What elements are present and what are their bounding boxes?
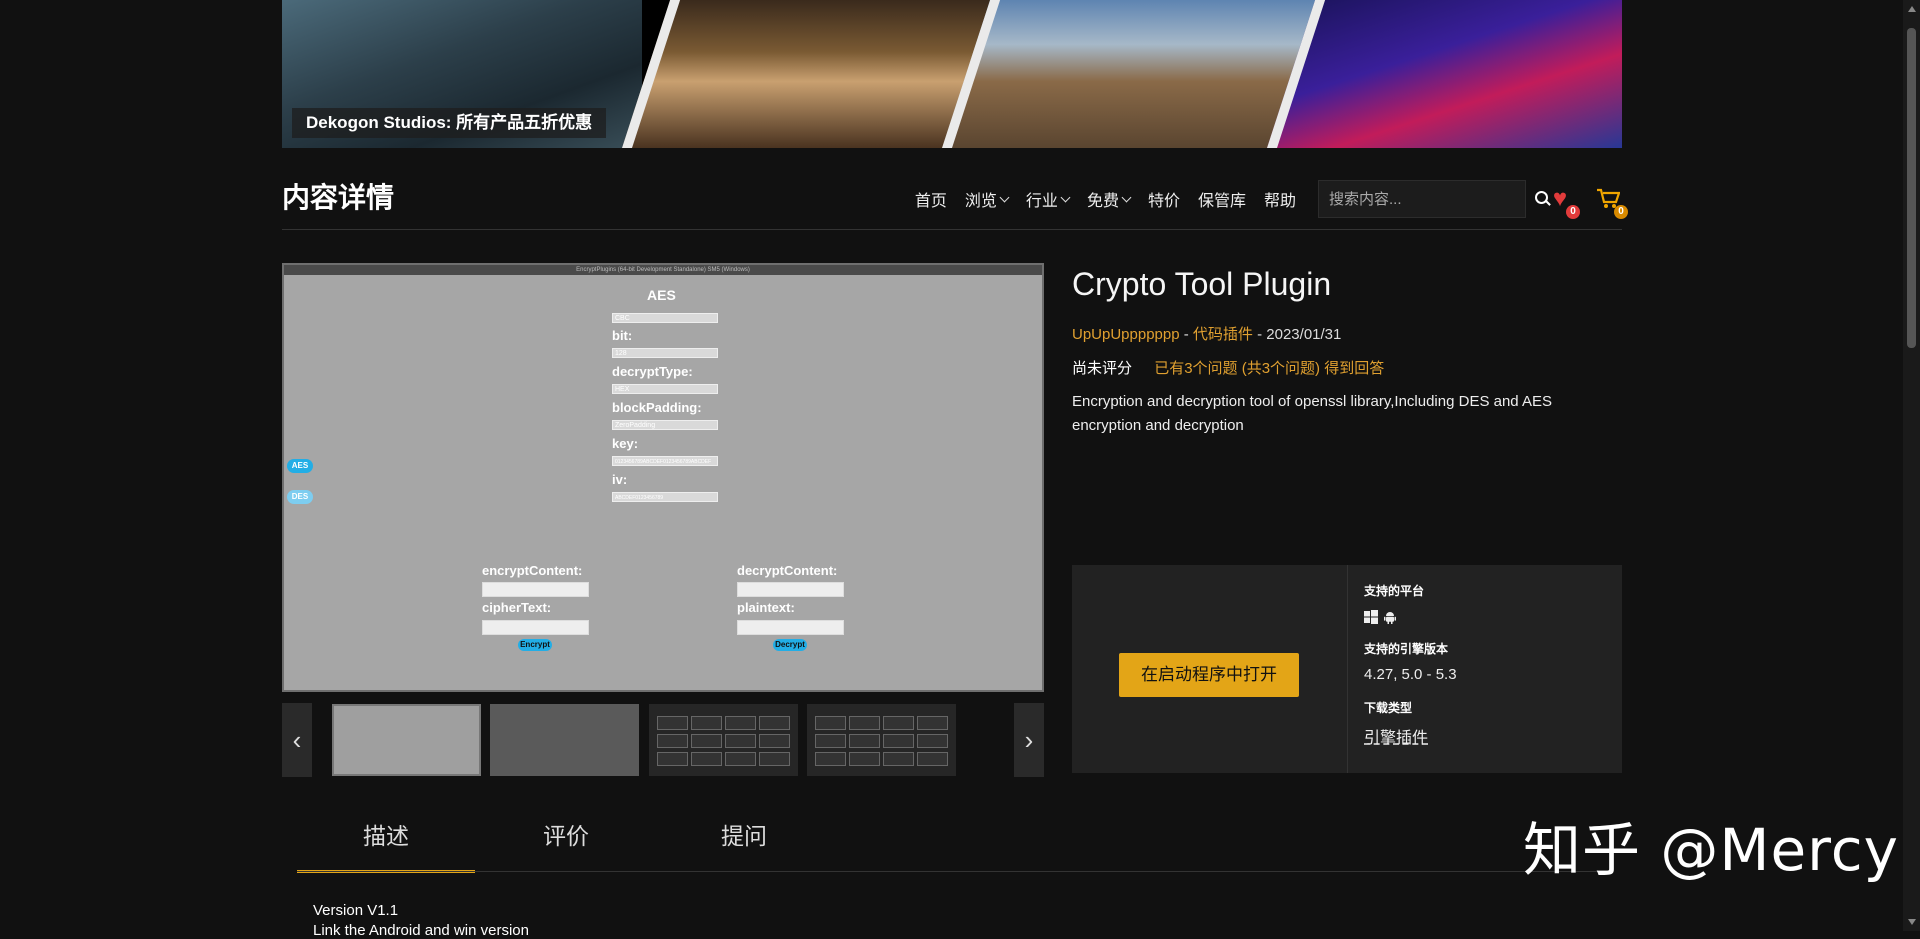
field-decrypt-type: HEX — [612, 384, 718, 394]
nav-label: 行业 — [1025, 193, 1058, 210]
screenshot-tab-des: DES — [287, 490, 313, 504]
nav-item-browse[interactable]: 浏览 — [964, 187, 1010, 211]
banner-label[interactable]: Dekogon Studios: 所有产品五折优惠 — [292, 108, 607, 138]
thumbnail-4[interactable] — [807, 704, 956, 776]
gallery-prev-button[interactable]: ‹ — [282, 703, 312, 777]
chevron-left-icon: ‹ — [292, 724, 302, 755]
thumbnail-strip: ‹ › — [282, 703, 1044, 777]
window-title-bar: EncryptPlugins (64-bit Development Stand… — [284, 265, 1042, 275]
scroll-down-icon[interactable] — [1908, 919, 1916, 925]
field-label: blockPadding: — [612, 400, 702, 415]
author-link[interactable]: UpUpUppppppp — [1072, 326, 1180, 343]
version-text: Version V1.1 — [313, 902, 399, 919]
cipher-text-label: cipherText: — [482, 600, 552, 615]
decrypt-button: Decrypt — [773, 639, 807, 651]
promo-banner[interactable]: Dekogon Studios: 所有产品五折优惠 — [282, 0, 1622, 148]
engine-versions-label: 支持的引擎版本 — [1364, 642, 1449, 656]
nav-item-home[interactable]: 首页 — [915, 187, 947, 211]
meta-separator: - — [1257, 326, 1267, 343]
nav-label: 帮助 — [1263, 193, 1296, 210]
nav-label: 浏览 — [964, 193, 997, 210]
field-bit: 128 — [612, 348, 718, 358]
decrypt-content-field — [737, 582, 844, 597]
thumbnail-2[interactable] — [490, 704, 639, 776]
chevron-right-icon: › — [1024, 724, 1034, 755]
qa-link[interactable]: 已有3个问题 (共3个问题) 得到回答 — [1154, 360, 1384, 377]
cart-button[interactable]: 0 — [1594, 185, 1628, 219]
wishlist-count-badge: 0 — [1566, 205, 1580, 219]
content-tabs: 描述 评价 提问 — [297, 800, 1609, 873]
main-nav: 首页 浏览 行业 免费 特价 保管库 帮助 ♥ 0 0 — [897, 180, 1628, 219]
android-icon — [1384, 612, 1396, 624]
windows-icon — [1364, 610, 1378, 624]
cipher-text-field — [482, 620, 589, 635]
nav-item-sale[interactable]: 特价 — [1148, 187, 1180, 211]
chevron-down-icon — [1121, 192, 1132, 202]
banner-image-4 — [1267, 0, 1622, 148]
tab-reviews[interactable]: 评价 — [477, 800, 655, 870]
field-label: bit: — [612, 328, 633, 343]
banner-image-3 — [942, 0, 1321, 148]
tab-questions[interactable]: 提问 — [655, 800, 833, 870]
gallery-next-button[interactable]: › — [1014, 703, 1044, 777]
field-key: 0123456789ABCDEF0123456789ABCDEF — [612, 456, 718, 466]
nav-item-vault[interactable]: 保管库 — [1198, 187, 1246, 211]
screenshot-tab-aes: AES — [287, 459, 313, 473]
nav-label: 免费 — [1086, 193, 1119, 210]
nav-item-industry[interactable]: 行业 — [1025, 187, 1071, 211]
product-meta: UpUpUppppppp - 代码插件 - 2023/01/31 — [1072, 323, 1341, 344]
scroll-up-icon[interactable] — [1908, 6, 1916, 12]
nav-item-free[interactable]: 免费 — [1086, 187, 1132, 211]
nav-label: 特价 — [1147, 193, 1180, 210]
purchase-panel: 在启动程序中打开 支持的平台 支持的引擎版本 4.27, 5.0 - 5.3 下… — [1072, 565, 1622, 773]
release-date: 2023/01/31 — [1266, 326, 1342, 343]
panel-divider — [1347, 565, 1348, 773]
encrypt-content-field — [482, 582, 589, 597]
field-block-padding: ZeroPadding — [612, 420, 718, 430]
nav-item-help[interactable]: 帮助 — [1264, 187, 1296, 211]
chevron-down-icon — [999, 192, 1010, 202]
decrypt-content-label: decryptContent: — [737, 563, 838, 578]
cart-count-badge: 0 — [1614, 205, 1628, 219]
header-divider — [282, 229, 1622, 230]
thumbnail-3[interactable] — [649, 704, 798, 776]
page-title: 内容详情 — [282, 182, 395, 213]
download-type-link[interactable]: 引擎插件 — [1364, 724, 1428, 748]
engine-versions-value: 4.27, 5.0 - 5.3 — [1364, 666, 1457, 683]
product-title: Crypto Tool Plugin — [1072, 266, 1332, 302]
platforms-label: 支持的平台 — [1364, 584, 1425, 598]
field-iv: ABCDEF0123456789 — [612, 492, 718, 502]
field-label: decryptType: — [612, 364, 693, 379]
plaintext-label: plaintext: — [737, 600, 795, 615]
nav-label: 保管库 — [1197, 193, 1246, 210]
field-label: key: — [612, 436, 639, 451]
encrypt-content-label: encryptContent: — [482, 563, 583, 578]
tab-description[interactable]: 描述 — [297, 800, 475, 873]
product-description: Encryption and decryption tool of openss… — [1072, 393, 1552, 434]
nav-label: 首页 — [914, 193, 947, 210]
screenshot-title: AES — [647, 287, 676, 303]
rating-row: 尚未评分 已有3个问题 (共3个问题) 得到回答 — [1072, 357, 1384, 378]
main-screenshot[interactable]: EncryptPlugins (64-bit Development Stand… — [282, 263, 1044, 692]
meta-separator: - — [1183, 326, 1193, 343]
search-box — [1318, 180, 1548, 218]
page-scrollbar[interactable] — [1903, 0, 1920, 931]
scroll-thumb[interactable] — [1907, 28, 1916, 348]
banner-image-2 — [622, 0, 1001, 148]
thumbnail-1[interactable] — [332, 704, 481, 776]
download-type-label: 下载类型 — [1364, 701, 1413, 715]
rating-text: 尚未评分 — [1072, 360, 1133, 377]
category-link[interactable]: 代码插件 — [1193, 326, 1253, 343]
chevron-down-icon — [1060, 192, 1071, 202]
field-label: iv: — [612, 472, 628, 487]
encrypt-button: Encrypt — [518, 639, 552, 651]
field-mode: CBC — [612, 313, 718, 323]
watermark: 知乎 @Mercy — [1523, 816, 1899, 884]
search-input[interactable] — [1319, 189, 1530, 209]
tabs-divider — [297, 871, 1609, 872]
plaintext-field — [737, 620, 844, 635]
heart-icon: ♥ — [1552, 185, 1568, 212]
open-in-launcher-button[interactable]: 在启动程序中打开 — [1119, 653, 1299, 697]
wishlist-button[interactable]: ♥ 0 — [1546, 185, 1580, 219]
